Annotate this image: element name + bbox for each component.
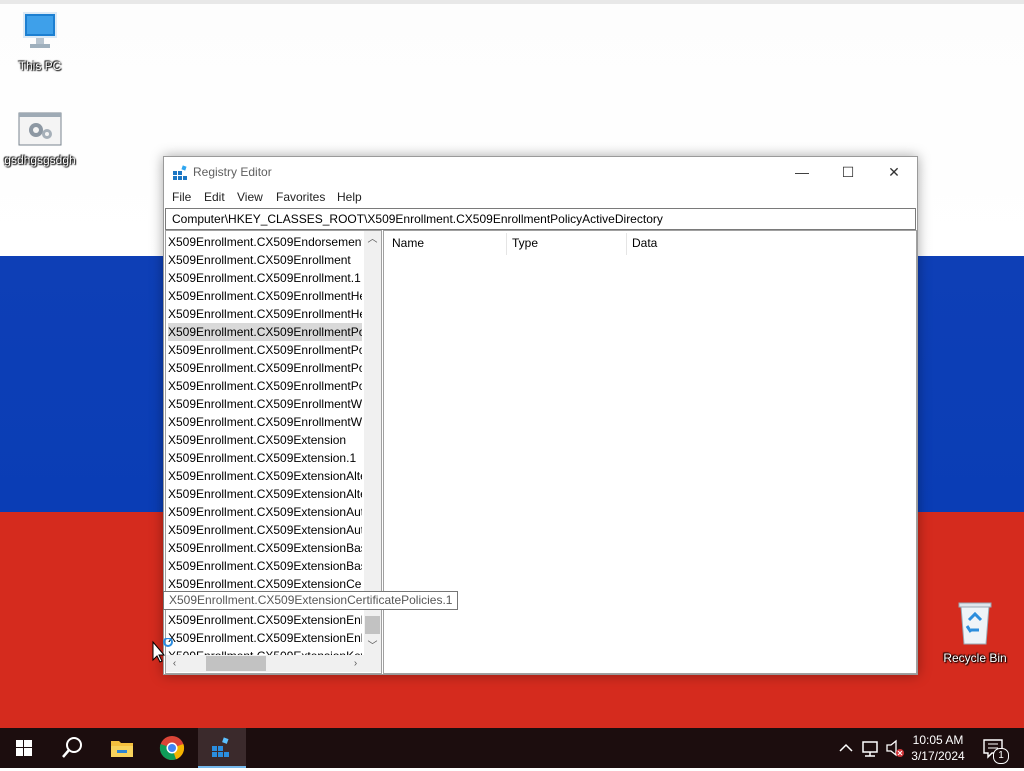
clock-time: 10:05 AM	[912, 733, 964, 747]
start-icon	[16, 740, 32, 756]
registry-key-item[interactable]: X509Enrollment.CX509EnrollmentPolicyWebS…	[168, 359, 362, 377]
search-button[interactable]	[48, 728, 96, 768]
registry-key-item[interactable]: X509Enrollment.CX509ExtensionAuthorityKe…	[168, 503, 362, 521]
column-divider[interactable]	[626, 233, 627, 255]
registry-key-item[interactable]: X509Enrollment.CX509EnrollmentHelper.1	[168, 305, 362, 323]
clock-date: 3/17/2024	[911, 749, 965, 763]
scrollbar-corner	[364, 655, 381, 672]
vertical-scroll-thumb[interactable]	[365, 616, 380, 634]
registry-key-item[interactable]: X509Enrollment.CX509EnrollmentPolicyActi…	[168, 341, 362, 359]
registry-key-item[interactable]: X509Enrollment.CX509EnrollmentPolicyWebS…	[168, 377, 362, 395]
show-hidden-icons-icon[interactable]	[836, 728, 856, 768]
notification-badge: 1	[993, 748, 1009, 764]
registry-key-item[interactable]: X509Enrollment.CX509EndorsementKey	[168, 233, 362, 251]
desktop-icon-shortcut[interactable]: gsdhgsgsdgh	[0, 112, 80, 167]
registry-editor-taskbar-button[interactable]	[198, 728, 246, 768]
menu-bar: File Edit View Favorites Help	[164, 187, 917, 207]
registry-editor-icon	[212, 737, 229, 757]
minimize-button[interactable]: —	[779, 157, 825, 187]
scroll-up-icon[interactable]: ︿	[364, 231, 381, 248]
file-explorer-icon	[111, 741, 133, 757]
address-text: Computer\HKEY_CLASSES_ROOT\X509Enrollmen…	[172, 212, 663, 226]
maximize-button[interactable]: ☐	[825, 157, 871, 187]
scroll-right-icon[interactable]: ›	[347, 655, 364, 672]
registry-key-item[interactable]: X509Enrollment.CX509ExtensionAuthorityKe…	[168, 521, 362, 539]
column-header-data[interactable]: Data	[632, 236, 657, 250]
recycle-bin-icon	[958, 602, 992, 645]
notification-center-button[interactable]: 1	[980, 728, 1010, 768]
menu-edit[interactable]: Edit	[204, 190, 225, 204]
start-button[interactable]	[0, 728, 48, 768]
registry-key-item[interactable]: X509Enrollment.CX509ExtensionBasicConstr…	[168, 557, 362, 575]
tree-horizontal-scrollbar[interactable]: ‹ ›	[166, 655, 364, 672]
search-icon	[62, 737, 82, 758]
column-header-type[interactable]: Type	[512, 236, 538, 250]
system-clock[interactable]: 10:05 AM 3/17/2024	[898, 732, 978, 764]
registry-key-item[interactable]: X509Enrollment.CX509ExtensionKeyUsage	[168, 647, 362, 655]
settings-gear-icon	[18, 112, 62, 146]
registry-key-item[interactable]: X509Enrollment.CX509EnrollmentWebClassFa…	[168, 413, 362, 431]
registry-key-item[interactable]: X509Enrollment.CX509ExtensionAlternative…	[168, 485, 362, 503]
file-explorer-button[interactable]	[98, 728, 146, 768]
chrome-icon	[159, 736, 185, 761]
menu-help[interactable]: Help	[337, 190, 362, 204]
desktop-top-strip	[0, 0, 1024, 4]
registry-key-item[interactable]: X509Enrollment.CX509Enrollment	[168, 251, 362, 269]
taskbar: 10:05 AM 3/17/2024 1	[0, 728, 1024, 768]
menu-view[interactable]: View	[237, 190, 263, 204]
registry-editor-icon	[173, 165, 187, 180]
desktop-icon-label: This PC	[18, 59, 62, 73]
window-title: Registry Editor	[193, 165, 272, 179]
menu-favorites[interactable]: Favorites	[276, 190, 325, 204]
network-icon[interactable]	[860, 728, 882, 768]
column-header-name[interactable]: Name	[392, 236, 424, 250]
registry-key-item[interactable]: X509Enrollment.CX509Extension	[168, 431, 362, 449]
horizontal-scroll-thumb[interactable]	[206, 656, 266, 671]
chrome-button[interactable]	[148, 728, 196, 768]
registry-key-item[interactable]: X509Enrollment.CX509ExtensionBasicConstr…	[168, 539, 362, 557]
desktop-icon-recycle-bin[interactable]: Recycle Bin	[935, 600, 1015, 665]
desktop-icon-label: Recycle Bin	[943, 651, 1007, 665]
scroll-down-icon[interactable]: ﹀	[364, 638, 381, 655]
registry-key-item[interactable]: X509Enrollment.CX509ExtensionEnhancedKey…	[168, 611, 362, 629]
values-pane[interactable]: Name Type Data	[383, 230, 917, 674]
computer-icon	[23, 12, 57, 48]
registry-key-item[interactable]: X509Enrollment.CX509EnrollmentWebClassFa…	[168, 395, 362, 413]
registry-key-item[interactable]: X509Enrollment.CX509ExtensionAlternative…	[168, 467, 362, 485]
registry-key-item[interactable]: X509Enrollment.CX509Enrollment.1	[168, 269, 362, 287]
registry-key-item[interactable]: X509Enrollment.CX509ExtensionEnhancedKey…	[168, 629, 362, 647]
close-button[interactable]: ✕	[871, 157, 917, 187]
desktop-icon-label: gsdhgsgsdgh	[4, 153, 76, 167]
menu-file[interactable]: File	[172, 190, 191, 204]
registry-key-item[interactable]: X509Enrollment.CX509EnrollmentPolicyActi…	[168, 323, 362, 341]
address-bar[interactable]: Computer\HKEY_CLASSES_ROOT\X509Enrollmen…	[165, 208, 916, 230]
desktop-icon-this-pc[interactable]: This PC	[0, 10, 80, 73]
tree-item-tooltip: X509Enrollment.CX509ExtensionCertificate…	[163, 591, 459, 610]
registry-key-item[interactable]: X509Enrollment.CX509EnrollmentHelper	[168, 287, 362, 305]
title-bar[interactable]: Registry Editor — ☐ ✕	[164, 157, 917, 187]
busy-cursor-icon	[152, 638, 173, 663]
column-divider[interactable]	[506, 233, 507, 255]
registry-key-item[interactable]: X509Enrollment.CX509Extension.1	[168, 449, 362, 467]
